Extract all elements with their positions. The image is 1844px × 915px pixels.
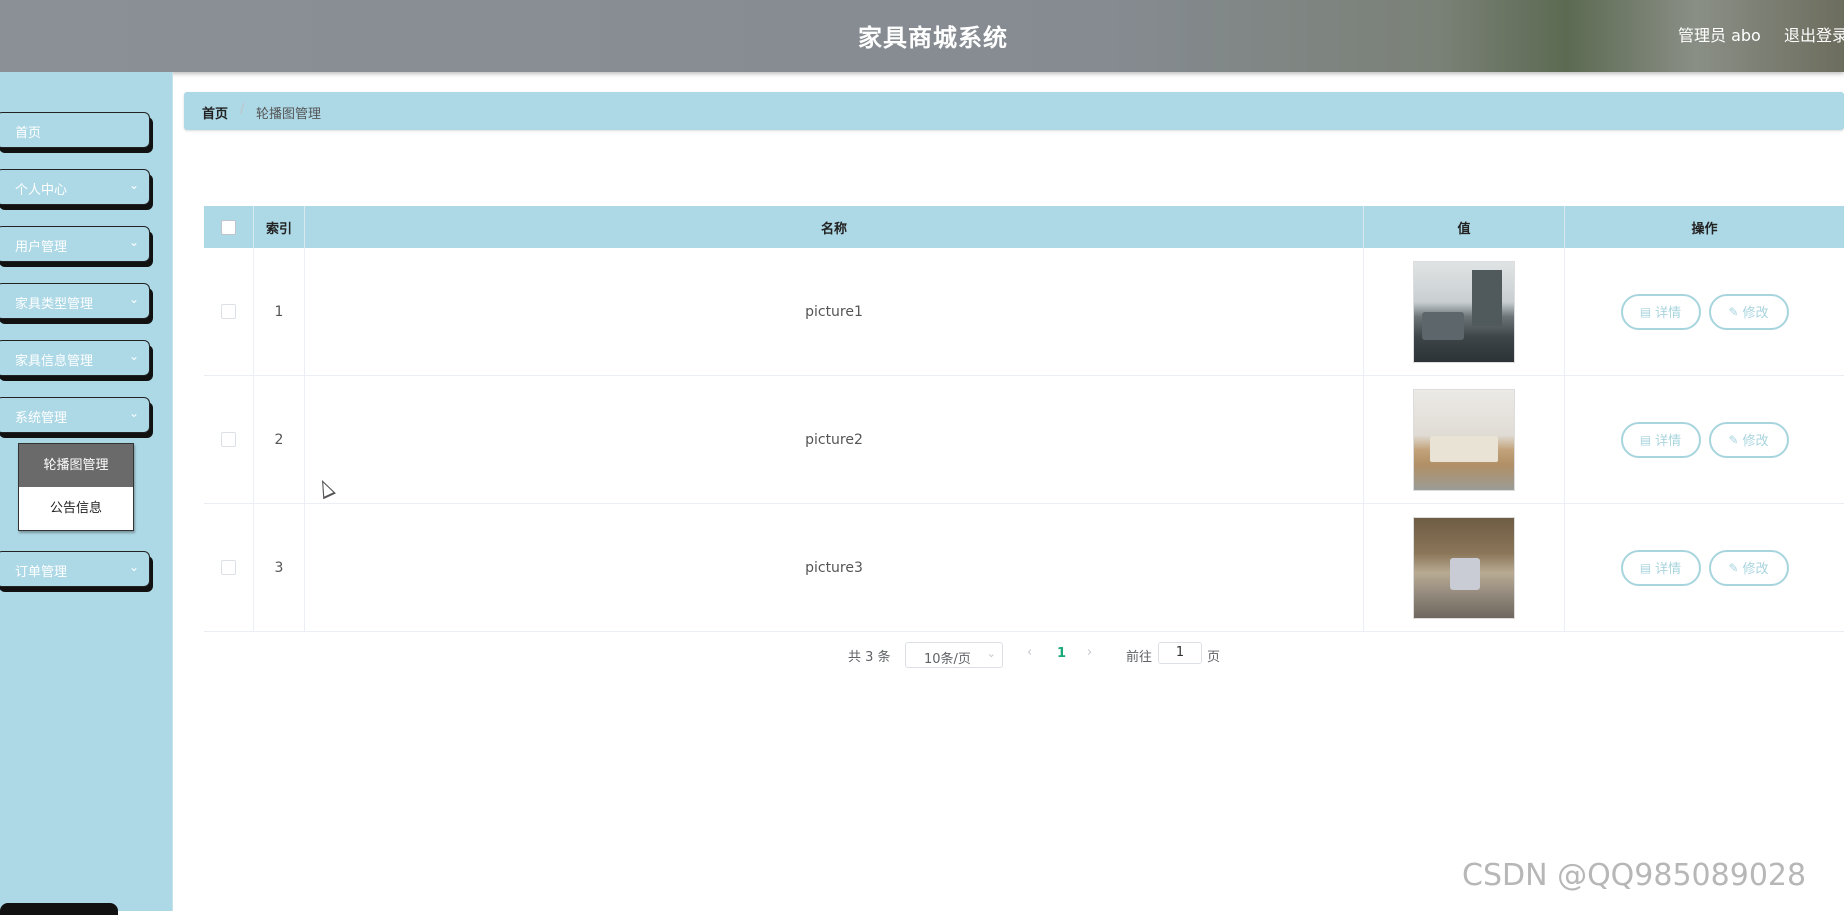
row-name: picture3 xyxy=(305,504,1364,631)
row-checkbox[interactable] xyxy=(221,304,236,319)
chevron-down-icon: ⌄ xyxy=(128,349,139,363)
chevron-down-icon: ⌄ xyxy=(128,560,139,574)
column-header-value: 值 xyxy=(1364,206,1565,248)
page-size-value: 10条/页 xyxy=(924,652,971,667)
sidebar-item-furniture-info[interactable]: 家具信息管理 ⌄ xyxy=(0,340,150,376)
goto-page-suffix: 页 xyxy=(1207,650,1221,665)
pencil-icon: ✎ xyxy=(1728,560,1739,575)
table-header: 索引 名称 值 操作 xyxy=(204,206,1844,248)
sidebar-item-user-management[interactable]: 用户管理 ⌄ xyxy=(0,226,150,262)
chevron-down-icon: ⌄ xyxy=(128,178,139,192)
edit-button[interactable]: ✎ 修改 xyxy=(1708,293,1789,330)
column-header-index: 索引 xyxy=(254,206,305,248)
sidebar-item-label: 订单管理 xyxy=(15,565,68,580)
chevron-down-icon: ⌄ xyxy=(128,292,139,306)
carousel-thumbnail[interactable] xyxy=(1413,516,1515,619)
row-name: picture2 xyxy=(305,376,1364,503)
app-title: 家具商城系统 xyxy=(858,24,1008,52)
detail-button[interactable]: ▤ 详情 xyxy=(1620,293,1701,330)
carousel-thumbnail[interactable] xyxy=(1413,260,1515,363)
row-checkbox[interactable] xyxy=(221,432,236,447)
sidebar-item-furniture-type[interactable]: 家具类型管理 ⌄ xyxy=(0,283,150,319)
sidebar-item-label: 家具类型管理 xyxy=(15,297,94,312)
goto-page-input[interactable]: 1 xyxy=(1158,642,1202,664)
carousel-thumbnail[interactable] xyxy=(1413,388,1515,491)
next-page-icon[interactable]: › xyxy=(1087,645,1092,660)
document-icon: ▤ xyxy=(1639,560,1652,575)
detail-button[interactable]: ▤ 详情 xyxy=(1620,549,1701,586)
sidebar-item-label: 首页 xyxy=(15,126,42,141)
sidebar-item-label: 家具信息管理 xyxy=(15,354,94,369)
page-size-select[interactable]: 10条/页 ⌄ xyxy=(905,642,1003,668)
column-header-name: 名称 xyxy=(305,206,1364,248)
top-header: 家具商城系统 管理员 abo 退出登录 xyxy=(0,0,1844,72)
row-name: picture1 xyxy=(305,248,1364,375)
header-select-all-cell xyxy=(204,206,254,248)
watermark: CSDN @QQ985089028 xyxy=(1462,858,1807,893)
sidebar-bottom-tab xyxy=(0,903,118,915)
chevron-down-icon: ⌄ xyxy=(128,235,139,249)
chevron-down-icon: ⌄ xyxy=(128,406,139,420)
column-header-actions: 操作 xyxy=(1691,221,1718,237)
chevron-down-icon: ⌄ xyxy=(986,647,996,660)
submenu-item-notice[interactable]: 公告信息 xyxy=(19,487,133,530)
breadcrumb-home[interactable]: 首页 xyxy=(202,103,228,122)
edit-button[interactable]: ✎ 修改 xyxy=(1708,549,1789,586)
sidebar-item-label: 个人中心 xyxy=(15,183,68,198)
sidebar-item-personal-center[interactable]: 个人中心 ⌄ xyxy=(0,169,150,205)
system-submenu: 轮播图管理 公告信息 xyxy=(18,443,134,531)
sidebar-item-home[interactable]: 首页 xyxy=(0,112,150,148)
pagination-total: 共 3 条 xyxy=(848,650,891,665)
sidebar-item-label: 用户管理 xyxy=(15,240,68,255)
table-row: 2 picture2 ▤ 详情 ✎ 修改 xyxy=(204,376,1844,504)
row-index: 2 xyxy=(254,376,305,503)
select-all-checkbox[interactable] xyxy=(221,219,236,235)
document-icon: ▤ xyxy=(1639,304,1652,319)
logout-link[interactable]: 退出登录 xyxy=(1784,22,1844,46)
page-number-current[interactable]: 1 xyxy=(1057,646,1066,661)
row-index: 3 xyxy=(254,504,305,631)
table-row: 3 picture3 ▤ 详情 ✎ 修改 xyxy=(204,504,1844,632)
document-icon: ▤ xyxy=(1639,432,1652,447)
sidebar-item-label: 系统管理 xyxy=(15,411,68,426)
breadcrumb-current: 轮播图管理 xyxy=(256,107,322,122)
edit-button[interactable]: ✎ 修改 xyxy=(1708,421,1789,458)
row-index: 1 xyxy=(254,248,305,375)
detail-button[interactable]: ▤ 详情 xyxy=(1620,421,1701,458)
pencil-icon: ✎ xyxy=(1728,304,1739,319)
submenu-item-carousel[interactable]: 轮播图管理 xyxy=(19,444,133,487)
prev-page-icon[interactable]: ‹ xyxy=(1027,645,1032,660)
pencil-icon: ✎ xyxy=(1728,432,1739,447)
table-row: 1 picture1 ▤ 详情 ✎ 修改 xyxy=(204,248,1844,376)
pagination: 共 3 条 10条/页 ⌄ ‹ 1 › 前往 1 页 xyxy=(0,640,1844,670)
sidebar-item-system[interactable]: 系统管理 ⌄ xyxy=(0,397,150,433)
sidebar-item-orders[interactable]: 订单管理 ⌄ xyxy=(0,551,150,587)
carousel-table: 索引 名称 值 操作 1 picture1 ▤ 详情 ✎ 修改 2 picture2… xyxy=(204,206,1844,632)
breadcrumb: 首页 / 轮播图管理 xyxy=(184,92,1844,130)
goto-label: 前往 xyxy=(1126,650,1153,665)
row-checkbox[interactable] xyxy=(221,560,236,575)
breadcrumb-separator: / xyxy=(240,102,245,117)
current-user: 管理员 abo xyxy=(1678,26,1761,45)
